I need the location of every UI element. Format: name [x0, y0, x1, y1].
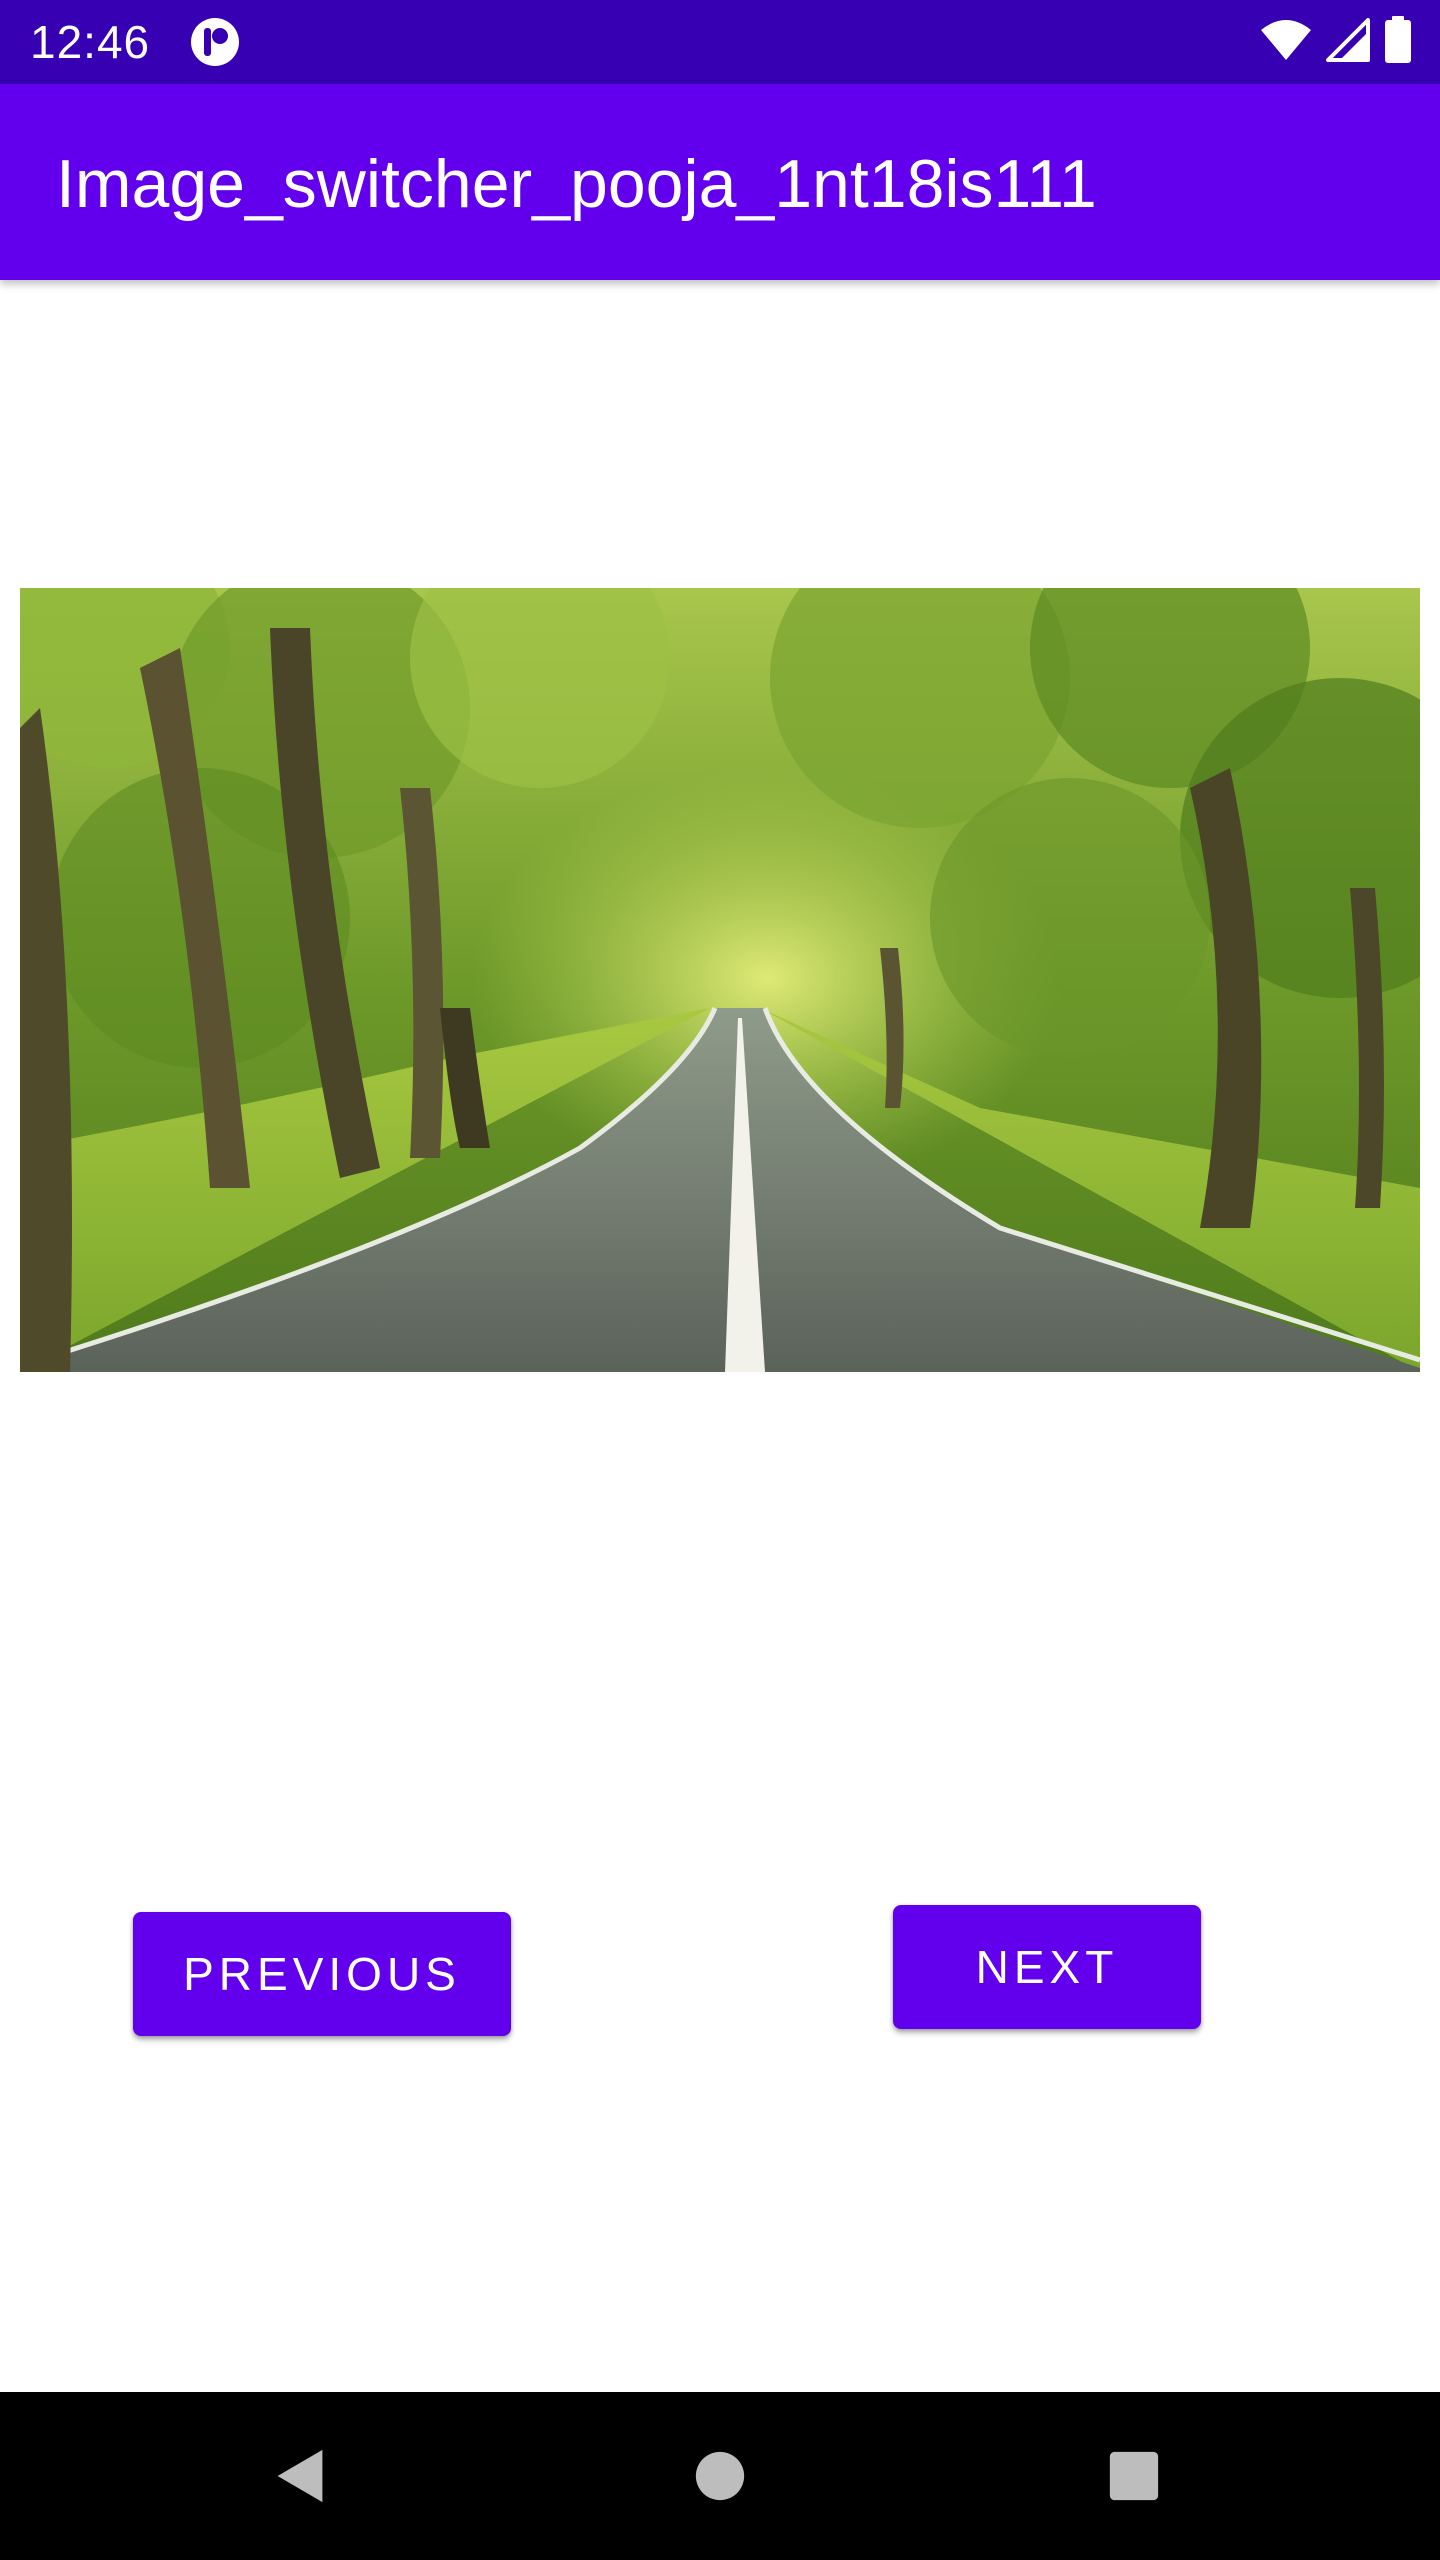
back-icon[interactable]	[250, 2426, 350, 2526]
wifi-icon	[1260, 18, 1312, 67]
app-title: Image_switcher_pooja_1nt18is111	[56, 146, 1097, 222]
navigation-bar	[0, 2392, 1440, 2560]
recents-icon[interactable]	[1084, 2426, 1184, 2526]
battery-icon	[1384, 15, 1412, 69]
image-switcher	[20, 588, 1420, 1372]
road-image	[20, 588, 1420, 1372]
home-icon[interactable]	[670, 2426, 770, 2526]
app-bar: Image_switcher_pooja_1nt18is111	[0, 84, 1440, 280]
status-icons	[1260, 15, 1412, 69]
status-time: 12:46	[30, 16, 151, 68]
previous-button[interactable]: PREVIOUS	[133, 1912, 511, 2036]
app-notification-icon	[190, 17, 240, 67]
status-bar: 12:46	[0, 0, 1440, 84]
cellular-signal-icon	[1326, 17, 1370, 67]
next-button[interactable]: NEXT	[893, 1905, 1201, 2029]
